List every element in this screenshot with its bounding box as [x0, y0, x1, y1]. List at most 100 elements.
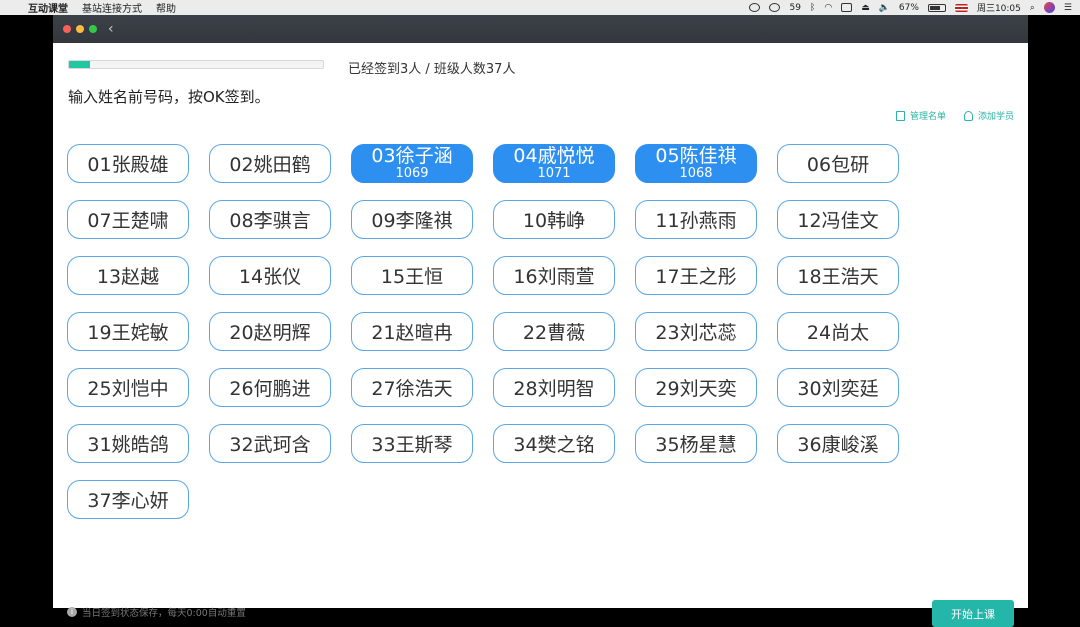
student-card[interactable]: 34樊之铭 — [493, 424, 615, 463]
input-source-flag-icon[interactable] — [954, 3, 968, 12]
student-name: 25刘恺中 — [87, 378, 169, 400]
student-card[interactable]: 30刘奕廷 — [777, 368, 899, 407]
footer-note: i 当日签到状态保存，每天0:00自动重置 — [67, 605, 246, 619]
bluetooth-icon[interactable]: ᛒ — [810, 3, 815, 13]
add-student-link[interactable]: 添加学员 — [963, 109, 1014, 122]
student-name: 16刘雨萱 — [513, 266, 595, 288]
student-name: 05陈佳祺 — [655, 145, 737, 167]
student-card[interactable]: 07王楚啸 — [67, 200, 189, 239]
student-card[interactable]: 21赵暄冉 — [351, 312, 473, 351]
menu-app-name[interactable]: 互动课堂 — [28, 0, 68, 15]
user-icon — [963, 110, 973, 121]
battery-percent: 67% — [898, 2, 919, 13]
close-window-button[interactable] — [63, 25, 71, 33]
signin-panel: 已经签到3人 / 班级人数37人 输入姓名前号码，按OK签到。 管理名单 添加学… — [53, 43, 1028, 627]
student-card[interactable]: 36康峻溪 — [777, 424, 899, 463]
student-name: 28刘明智 — [513, 378, 595, 400]
spotlight-search-icon[interactable]: ⌕ — [1030, 3, 1035, 13]
student-card[interactable]: 17王之彤 — [635, 256, 757, 295]
student-card[interactable]: 33王斯琴 — [351, 424, 473, 463]
student-card[interactable]: 32武珂含 — [209, 424, 331, 463]
student-name: 26何鹏进 — [229, 378, 311, 400]
student-card[interactable]: 18王浩天 — [777, 256, 899, 295]
student-card[interactable]: 37李心妍 — [67, 480, 189, 519]
student-card[interactable]: 35杨星慧 — [635, 424, 757, 463]
student-name: 36康峻溪 — [797, 434, 879, 456]
student-card[interactable]: 27徐浩天 — [351, 368, 473, 407]
student-card[interactable]: 19王姹敏 — [67, 312, 189, 351]
notification-center-icon[interactable]: ☰ — [1064, 3, 1072, 13]
student-card[interactable]: 23刘芯蕊 — [635, 312, 757, 351]
student-card[interactable]: 25刘恺中 — [67, 368, 189, 407]
macos-menu-bar: 互动课堂 基站连接方式 帮助 59 ᛒ ◠ ⏏ 🔈 67% 周三10:05 ⌕ … — [0, 0, 1080, 15]
wifi-icon[interactable]: ◠ — [824, 3, 832, 13]
student-card[interactable]: 03徐子涵 1069 — [351, 144, 473, 183]
record-icon[interactable] — [749, 3, 761, 12]
zoom-window-button[interactable] — [89, 25, 97, 33]
manage-roster-link[interactable]: 管理名单 — [895, 109, 946, 122]
student-grid: 01张殿雄 02姚田鹤 03徐子涵 1069 04戚悦悦 1071 05陈佳祺 1068 06包… — [67, 144, 907, 519]
student-card[interactable]: 09李隆祺 — [351, 200, 473, 239]
student-card[interactable]: 31姚皓鸽 — [67, 424, 189, 463]
signin-instruction: 输入姓名前号码，按OK签到。 — [68, 88, 270, 106]
student-card[interactable]: 20赵明辉 — [209, 312, 331, 351]
student-card[interactable]: 05陈佳祺 1068 — [635, 144, 757, 183]
student-card[interactable]: 29刘天奕 — [635, 368, 757, 407]
student-name: 37李心妍 — [87, 490, 169, 512]
student-name: 24尚太 — [806, 322, 870, 344]
student-name: 35杨星慧 — [655, 434, 737, 456]
wechat-count: 59 — [789, 2, 801, 13]
airplay-icon[interactable] — [841, 3, 853, 12]
student-card[interactable]: 02姚田鹤 — [209, 144, 331, 183]
student-card[interactable]: 28刘明智 — [493, 368, 615, 407]
student-card[interactable]: 08李骐言 — [209, 200, 331, 239]
student-name: 10韩峥 — [522, 210, 586, 232]
eject-icon[interactable]: ⏏ — [861, 3, 870, 13]
student-card[interactable]: 11孙燕雨 — [635, 200, 757, 239]
student-signin-code: 1068 — [679, 166, 713, 181]
back-chevron-icon[interactable]: ‹ — [108, 22, 114, 36]
student-signin-code: 1069 — [395, 166, 429, 181]
student-name: 01张殿雄 — [87, 154, 169, 176]
start-class-button[interactable]: 开始上课 — [932, 600, 1014, 627]
siri-icon[interactable] — [1043, 2, 1055, 13]
student-card[interactable]: 01张殿雄 — [67, 144, 189, 183]
footer-note-text: 当日签到状态保存，每天0:00自动重置 — [82, 608, 246, 619]
student-name: 09李隆祺 — [371, 210, 453, 232]
student-card[interactable]: 12冯佳文 — [777, 200, 899, 239]
student-card[interactable]: 04戚悦悦 1071 — [493, 144, 615, 183]
wechat-icon[interactable] — [769, 3, 781, 12]
student-card[interactable]: 16刘雨萱 — [493, 256, 615, 295]
student-name: 13赵越 — [96, 266, 160, 288]
signin-progress-bar — [68, 60, 324, 69]
app-window: ‹ 已经签到3人 / 班级人数37人 输入姓名前号码，按OK签到。 管理名单 添… — [53, 15, 1028, 627]
menu-help[interactable]: 帮助 — [156, 0, 176, 15]
student-name: 06包研 — [806, 154, 870, 176]
student-card[interactable]: 14张仪 — [209, 256, 331, 295]
student-name: 15王恒 — [380, 266, 444, 288]
student-name: 22曹薇 — [522, 322, 586, 344]
student-name: 07王楚啸 — [87, 210, 169, 232]
student-name: 30刘奕廷 — [797, 378, 879, 400]
student-card[interactable]: 13赵越 — [67, 256, 189, 295]
signed-count-text: 已经签到3人 / 班级人数37人 — [348, 62, 516, 77]
student-card[interactable]: 24尚太 — [777, 312, 899, 351]
student-card[interactable]: 10韩峥 — [493, 200, 615, 239]
student-name: 27徐浩天 — [371, 378, 453, 400]
student-signin-code: 1071 — [537, 166, 571, 181]
student-card[interactable]: 06包研 — [777, 144, 899, 183]
roster-links: 管理名单 添加学员 — [895, 109, 1014, 122]
student-name: 02姚田鹤 — [229, 154, 311, 176]
window-titlebar: ‹ — [53, 15, 1028, 43]
student-card[interactable]: 26何鹏进 — [209, 368, 331, 407]
clock[interactable]: 周三10:05 — [977, 1, 1021, 14]
battery-icon[interactable] — [927, 3, 946, 12]
menu-connection[interactable]: 基站连接方式 — [82, 0, 142, 15]
volume-icon[interactable]: 🔈 — [879, 3, 890, 13]
student-name: 34樊之铭 — [513, 434, 595, 456]
minimize-window-button[interactable] — [76, 25, 84, 33]
student-card[interactable]: 15王恒 — [351, 256, 473, 295]
student-name: 20赵明辉 — [229, 322, 311, 344]
student-card[interactable]: 22曹薇 — [493, 312, 615, 351]
manage-roster-label: 管理名单 — [909, 112, 946, 122]
